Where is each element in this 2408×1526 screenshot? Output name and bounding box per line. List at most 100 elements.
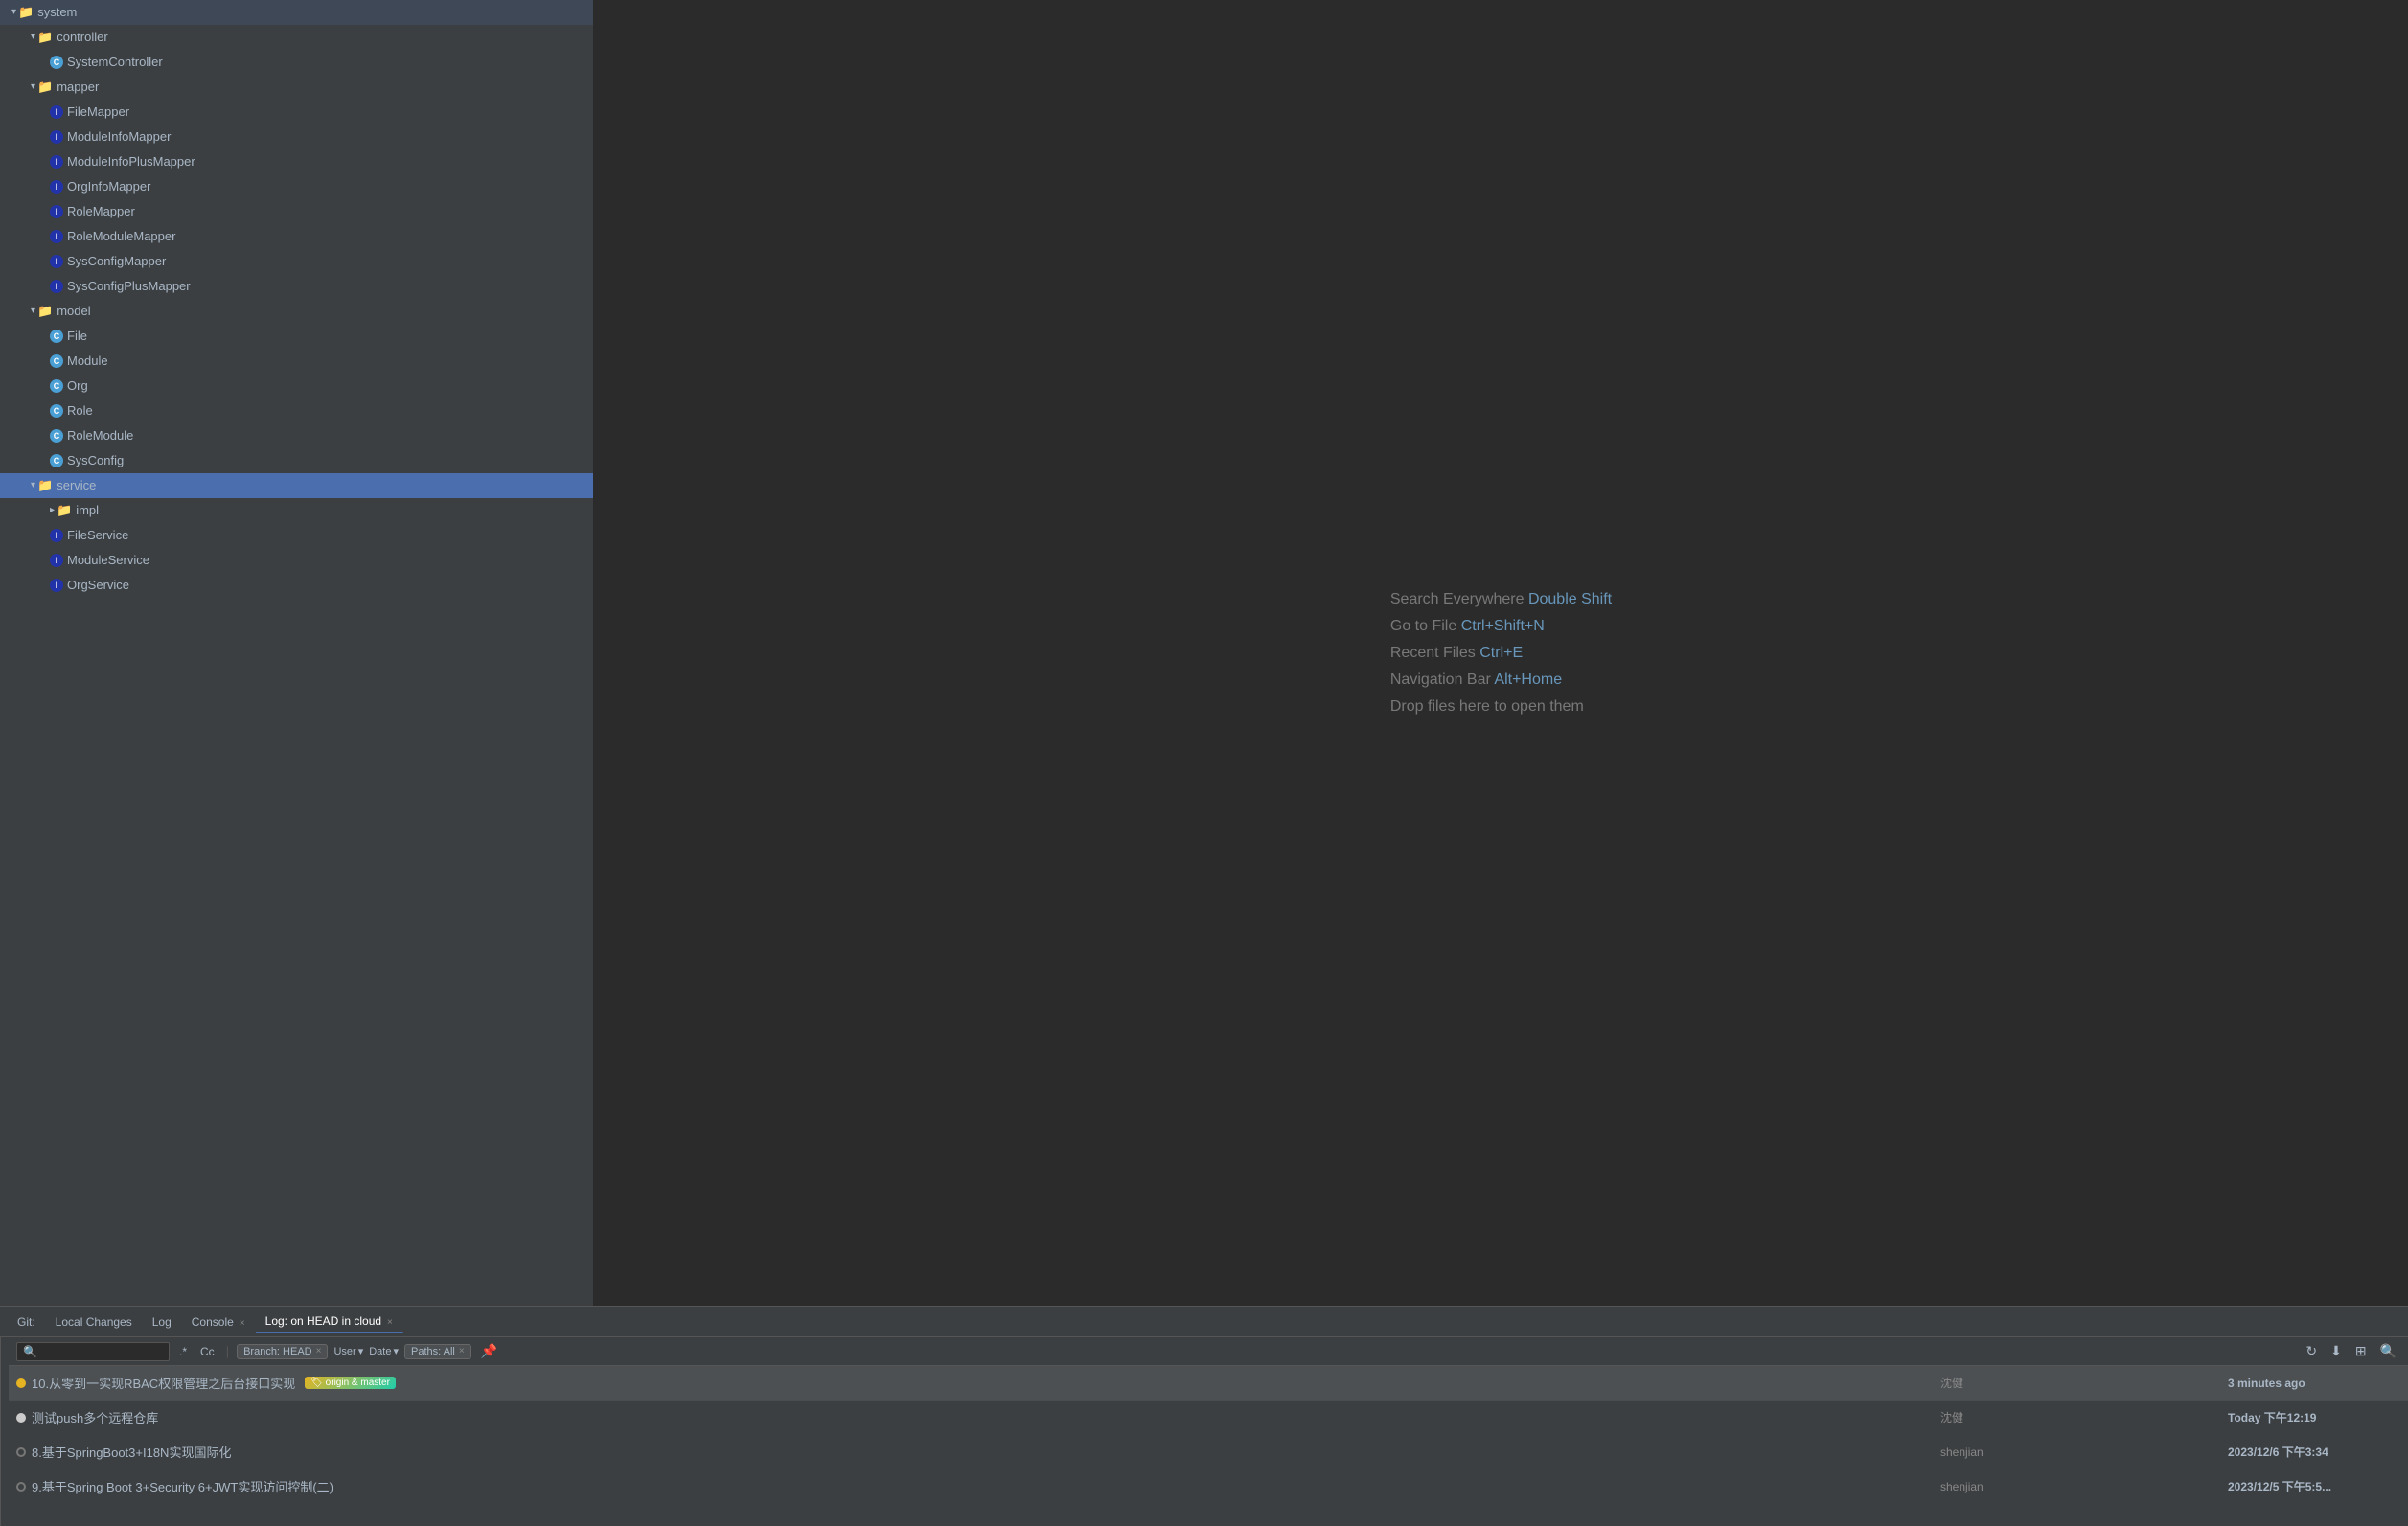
tree-label: ModuleService bbox=[67, 550, 149, 571]
chevron-down-icon: ▾ bbox=[358, 1345, 364, 1357]
pin-btn[interactable]: 📌 bbox=[477, 1341, 501, 1361]
tree-item-SysConfigPlusMapper[interactable]: I SysConfigPlusMapper bbox=[0, 274, 593, 299]
tree-label: RoleModule bbox=[67, 425, 133, 446]
paths-filter-close[interactable]: × bbox=[459, 1346, 465, 1356]
tree-item-ModuleInfoPlusMapper[interactable]: IModuleInfoPlusMapper bbox=[0, 149, 593, 174]
branch-filter-label: Branch: HEAD bbox=[243, 1346, 312, 1357]
tab-label: Log bbox=[152, 1315, 172, 1329]
tab-close-btn[interactable]: × bbox=[240, 1318, 245, 1329]
tree-item-RoleMapper[interactable]: IRoleMapper bbox=[0, 199, 593, 224]
folder-icon: 📁 bbox=[37, 27, 53, 48]
git-search-input[interactable] bbox=[16, 1342, 170, 1361]
tree-item-SysConfig[interactable]: CSysConfig bbox=[0, 448, 593, 473]
tab-label: Git: bbox=[17, 1315, 35, 1329]
chevron-icon: ▸ bbox=[50, 500, 55, 521]
branches-label[interactable] bbox=[0, 1337, 9, 1526]
hint-row: Navigation Bar Alt+Home bbox=[1390, 672, 1612, 689]
interface-icon: I bbox=[50, 105, 63, 119]
tree-item-FileMapper[interactable]: IFileMapper bbox=[0, 100, 593, 125]
tree-label: SysConfigPlusMapper bbox=[67, 276, 191, 297]
commit-text: 10.从零到一实现RBAC权限管理之后台接口实现 bbox=[32, 1374, 295, 1392]
tree-item-ModuleInfoMapper[interactable]: IModuleInfoMapper bbox=[0, 125, 593, 149]
tab-close-btn[interactable]: × bbox=[387, 1317, 393, 1328]
commit-author: 沈健 bbox=[1940, 1409, 2132, 1425]
hint-row: Drop files here to open them bbox=[1390, 698, 1612, 716]
branch-tag: 🏷 origin & master bbox=[305, 1377, 396, 1389]
tree-label: OrgService bbox=[67, 575, 129, 596]
bottom-content: .* Cc | Branch: HEAD × User ▾ Date ▾ Pat… bbox=[0, 1337, 2408, 1526]
tree-label: Org bbox=[67, 376, 88, 397]
bottom-tab-4[interactable]: Log: on HEAD in cloud× bbox=[256, 1310, 403, 1333]
search-btn[interactable]: 🔍 bbox=[2376, 1341, 2400, 1361]
tree-label: RoleModuleMapper bbox=[67, 226, 175, 247]
tree-label: OrgInfoMapper bbox=[67, 176, 150, 197]
tree-item-system[interactable]: ▾📁system bbox=[0, 0, 593, 25]
tree-item-ModuleService[interactable]: IModuleService bbox=[0, 548, 593, 573]
hint-text: Go to File bbox=[1390, 618, 1456, 634]
tree-item-mapper[interactable]: ▾📁mapper bbox=[0, 75, 593, 100]
tree-item-service[interactable]: ▾📁service bbox=[0, 473, 593, 498]
hint-shortcut: Ctrl+E bbox=[1479, 645, 1523, 661]
user-filter-dropdown[interactable]: User ▾ bbox=[333, 1345, 363, 1357]
paths-filter-tag[interactable]: Paths: All × bbox=[404, 1344, 471, 1359]
branch-filter-tag[interactable]: Branch: HEAD × bbox=[237, 1344, 328, 1359]
editor-area: Search Everywhere Double ShiftGo to File… bbox=[594, 0, 2408, 1306]
tree-item-RoleModule[interactable]: CRoleModule bbox=[0, 423, 593, 448]
commit-row-0[interactable]: 10.从零到一实现RBAC权限管理之后台接口实现 🏷 origin & mast… bbox=[9, 1366, 2408, 1401]
bottom-tab-2[interactable]: Log bbox=[143, 1311, 182, 1332]
tree-item-SysConfigMapper[interactable]: ISysConfigMapper bbox=[0, 249, 593, 274]
hint-text: Recent Files bbox=[1390, 645, 1476, 661]
interface-icon: I bbox=[50, 205, 63, 218]
tree-item-FileService[interactable]: IFileService bbox=[0, 523, 593, 548]
separator: | bbox=[226, 1344, 229, 1358]
tree-label: SystemController bbox=[67, 52, 163, 73]
tree-item-Org[interactable]: COrg bbox=[0, 374, 593, 399]
tree-label: SysConfigMapper bbox=[67, 251, 166, 272]
editor-hints: Search Everywhere Double ShiftGo to File… bbox=[1390, 581, 1612, 725]
tree-label: ModuleInfoMapper bbox=[67, 126, 171, 148]
refresh-btn[interactable]: ↻ bbox=[2302, 1341, 2321, 1361]
project-tree[interactable]: ▾📁system▾📁controllerCSystemController▾📁m… bbox=[0, 0, 594, 1306]
interface-icon: I bbox=[50, 280, 63, 293]
git-log[interactable]: 10.从零到一实现RBAC权限管理之后台接口实现 🏷 origin & mast… bbox=[9, 1366, 2408, 1526]
chevron-down-icon: ▾ bbox=[393, 1345, 399, 1357]
main-area: ▾📁system▾📁controllerCSystemController▾📁m… bbox=[0, 0, 2408, 1306]
layout-btn[interactable]: ⊞ bbox=[2351, 1341, 2371, 1361]
hint-text: Navigation Bar bbox=[1390, 672, 1491, 688]
tree-item-Module[interactable]: CModule bbox=[0, 349, 593, 374]
tree-item-controller[interactable]: ▾📁controller bbox=[0, 25, 593, 50]
tree-item-model[interactable]: ▾📁model bbox=[0, 299, 593, 324]
folder-icon: 📁 bbox=[37, 77, 53, 98]
case-btn[interactable]: Cc bbox=[196, 1343, 218, 1360]
chevron-icon: ▾ bbox=[31, 27, 35, 48]
tree-item-OrgService[interactable]: IOrgService bbox=[0, 573, 593, 598]
bottom-tab-0[interactable]: Git: bbox=[8, 1311, 46, 1332]
tree-item-OrgInfoMapper[interactable]: IOrgInfoMapper bbox=[0, 174, 593, 199]
commit-row-3[interactable]: 9.基于Spring Boot 3+Security 6+JWT实现访问控制(二… bbox=[9, 1469, 2408, 1504]
bottom-tab-1[interactable]: Local Changes bbox=[46, 1311, 143, 1332]
chevron-icon: ▾ bbox=[11, 2, 16, 23]
tab-label: Console bbox=[192, 1315, 234, 1329]
commit-row-2[interactable]: 8.基于SpringBoot3+I18N实现国际化 shenjian 2023/… bbox=[9, 1435, 2408, 1469]
commit-time: Today 下午12:19 bbox=[2228, 1409, 2400, 1425]
date-filter-dropdown[interactable]: Date ▾ bbox=[369, 1345, 399, 1357]
tree-item-Role[interactable]: CRole bbox=[0, 399, 593, 423]
branch-tags: 🏷 origin & master bbox=[305, 1377, 396, 1389]
bottom-panel: Git:Local ChangesLogConsole×Log: on HEAD… bbox=[0, 1306, 2408, 1526]
hint-text: Search Everywhere bbox=[1390, 591, 1525, 607]
tree-item-File[interactable]: CFile bbox=[0, 324, 593, 349]
tree-item-impl[interactable]: ▸📁impl bbox=[0, 498, 593, 523]
fetch-btn[interactable]: ⬇ bbox=[2327, 1341, 2346, 1361]
regex-btn[interactable]: .* bbox=[175, 1343, 191, 1360]
tree-item-SystemController[interactable]: CSystemController bbox=[0, 50, 593, 75]
branch-filter-close[interactable]: × bbox=[316, 1346, 322, 1356]
paths-filter-label: Paths: All bbox=[411, 1346, 455, 1357]
commit-row-1[interactable]: 测试push多个远程仓库 沈健 Today 下午12:19 bbox=[9, 1401, 2408, 1435]
bottom-tab-3[interactable]: Console × bbox=[182, 1311, 256, 1332]
tree-item-RoleModuleMapper[interactable]: IRoleModuleMapper bbox=[0, 224, 593, 249]
tree-label: SysConfig bbox=[67, 450, 124, 471]
hint-shortcut: Ctrl+Shift+N bbox=[1461, 618, 1545, 634]
commit-bullet bbox=[16, 1447, 26, 1457]
commit-message: 8.基于SpringBoot3+I18N实现国际化 bbox=[16, 1443, 1940, 1461]
commit-time: 3 minutes ago bbox=[2228, 1377, 2400, 1390]
